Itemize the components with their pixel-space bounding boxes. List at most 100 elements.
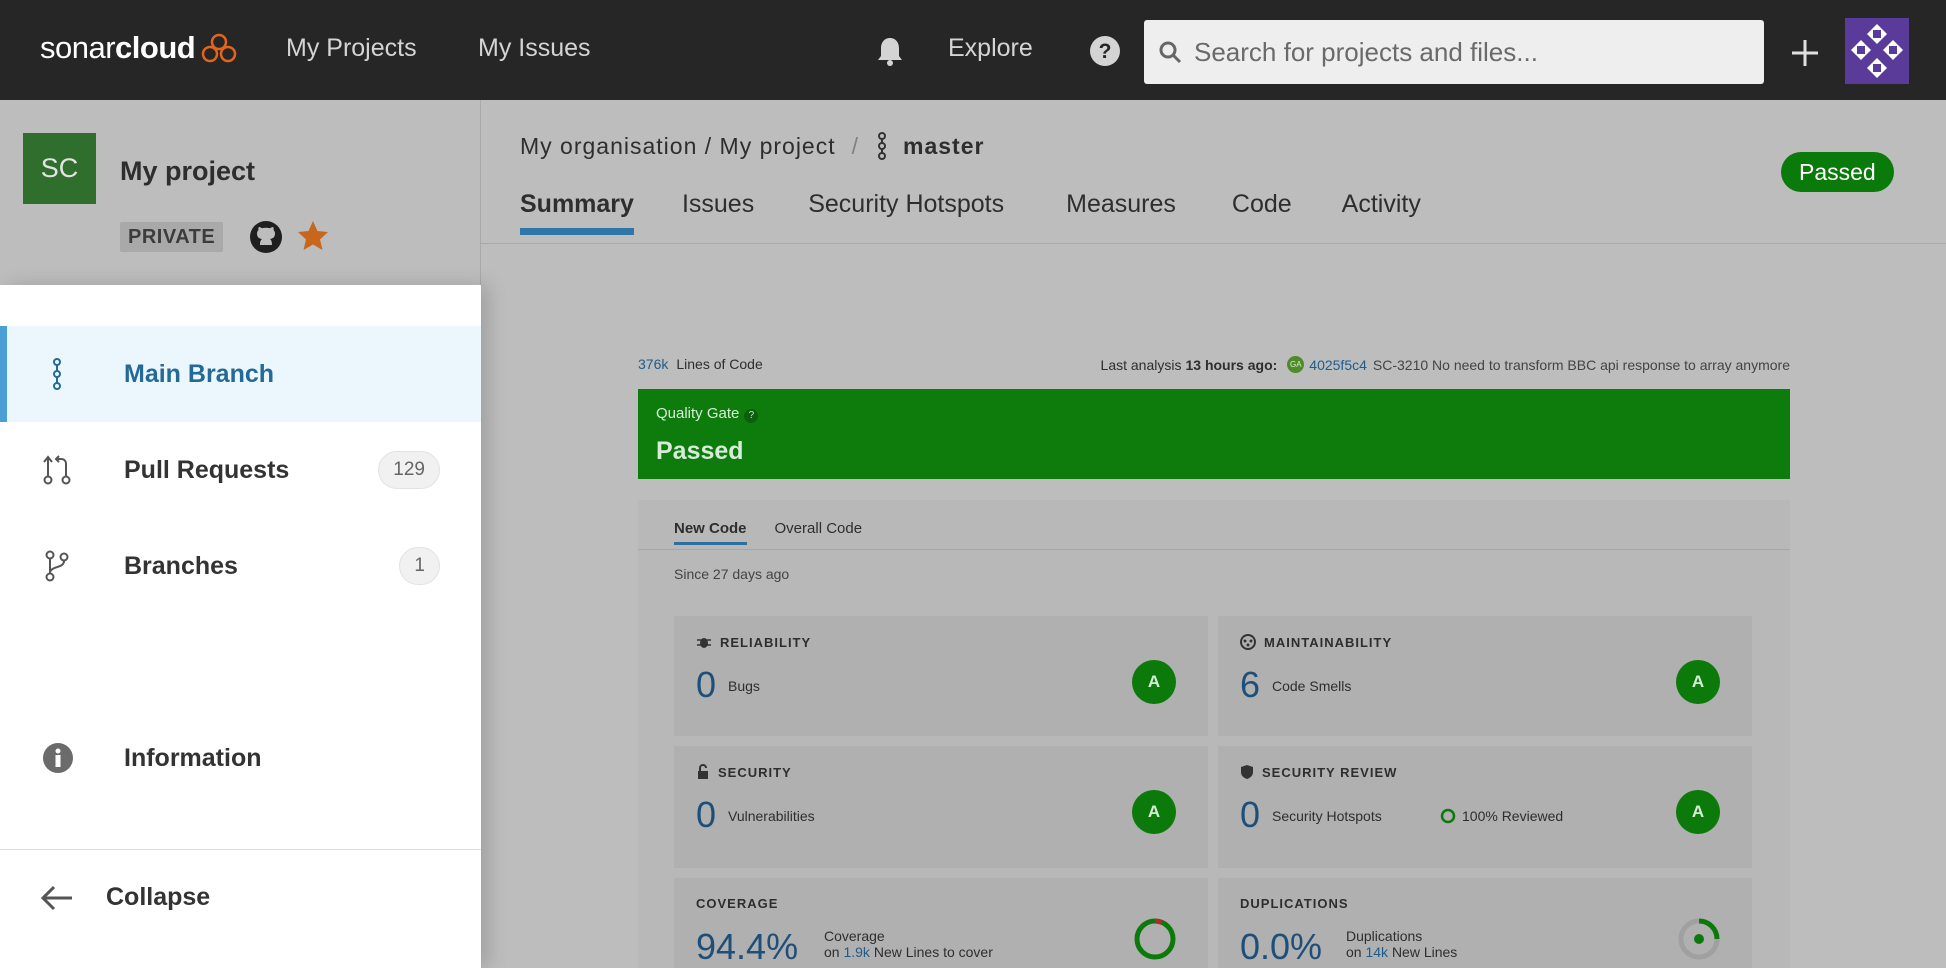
plus-icon[interactable] — [1790, 38, 1820, 68]
user-avatar[interactable] — [1845, 18, 1909, 84]
duplications-label: Duplications — [1346, 928, 1423, 944]
nav-my-projects[interactable]: My Projects — [286, 34, 417, 63]
bug-icon — [697, 638, 711, 648]
branches-count: 1 — [399, 547, 440, 585]
security-hotspots-label: Security Hotspots — [1272, 808, 1382, 824]
info-icon — [43, 743, 73, 773]
branch-icon — [878, 132, 887, 160]
panel-item-pull-requests[interactable]: Pull Requests 129 — [0, 422, 481, 518]
commit-hash-link[interactable]: 4025f5c4 — [1309, 357, 1367, 373]
tab-overall-code[interactable]: Overall Code — [775, 520, 863, 545]
bugs-value[interactable]: 0 — [696, 664, 716, 706]
private-badge: PRIVATE — [120, 222, 224, 252]
panel-item-main-branch[interactable]: Main Branch — [0, 326, 481, 422]
tab-issues[interactable]: Issues — [682, 190, 754, 235]
github-icon[interactable] — [249, 220, 283, 254]
coverage-title: COVERAGE — [696, 896, 779, 911]
maintainability-rating[interactable]: A — [1676, 660, 1720, 704]
pull-requests-count: 129 — [378, 451, 440, 489]
collapse-button[interactable]: Collapse — [40, 883, 210, 912]
panel-item-branches[interactable]: Branches 1 — [0, 518, 481, 614]
panel-item-label: Pull Requests — [124, 455, 290, 484]
tab-measures[interactable]: Measures — [1066, 190, 1176, 235]
breadcrumb: My organisation / My project / master — [520, 132, 984, 160]
cloud-logo-icon — [201, 33, 237, 63]
coverage-lines-link[interactable]: 1.9k — [843, 944, 869, 960]
security-review-card[interactable]: SECURITY REVIEW 0 Security Hotspots 100%… — [1218, 746, 1752, 868]
reliability-card[interactable]: RELIABILITY 0 Bugs A — [674, 616, 1208, 736]
branch-name[interactable]: master — [903, 133, 984, 160]
nav-my-issues[interactable]: My Issues — [478, 34, 591, 63]
branches-icon — [45, 550, 69, 582]
hotspots-reviewed: 100% Reviewed — [1462, 808, 1564, 824]
panel-item-label: Branches — [124, 551, 238, 580]
vulnerabilities-label: Vulnerabilities — [728, 808, 815, 824]
top-navigation: sonarcloud My Projects My Issues Explore… — [0, 0, 1946, 100]
logo-text-bold: cloud — [115, 30, 196, 65]
loc-value[interactable]: 376k — [638, 356, 668, 372]
breadcrumb-separator: / — [851, 132, 860, 159]
security-review-rating[interactable]: A — [1676, 790, 1720, 834]
commit-message: SC-3210 No need to transform BBC api res… — [1372, 356, 1790, 373]
security-card[interactable]: SECURITY 0 Vulnerabilities A — [674, 746, 1208, 868]
header-divider — [480, 100, 481, 285]
last-analysis-time: 13 hours ago: — [1185, 356, 1278, 373]
favorite-star-icon[interactable] — [296, 219, 330, 253]
duplications-value[interactable]: 0.0% — [1240, 926, 1322, 968]
search-box[interactable] — [1144, 20, 1764, 84]
security-rating[interactable]: A — [1132, 790, 1176, 834]
security-hotspots-value[interactable]: 0 — [1240, 794, 1260, 836]
arrow-left-icon — [40, 885, 72, 910]
nav-explore[interactable]: Explore — [948, 34, 1033, 63]
sonarcloud-logo[interactable]: sonarcloud — [40, 30, 237, 66]
panel-item-label: Information — [124, 743, 262, 772]
security-title: SECURITY — [718, 764, 792, 780]
vulnerabilities-value[interactable]: 0 — [696, 794, 716, 836]
loc-label: Lines of Code — [676, 356, 763, 372]
tab-activity[interactable]: Activity — [1342, 190, 1421, 235]
tab-new-code[interactable]: New Code — [674, 520, 747, 545]
branch-navigation-panel: Main Branch Pull Requests 129 Branches 1 — [0, 285, 481, 968]
coverage-donut-icon — [1134, 918, 1176, 960]
commit-author-badge: GA — [1287, 356, 1305, 373]
bugs-label: Bugs — [728, 678, 760, 694]
duplications-lines-link[interactable]: 14k — [1365, 944, 1388, 960]
tab-summary[interactable]: Summary — [520, 190, 634, 235]
project-avatar: SC — [23, 133, 96, 204]
reliability-rating[interactable]: A — [1132, 660, 1176, 704]
pull-request-icon — [43, 455, 71, 485]
shield-icon — [1241, 765, 1253, 779]
quality-gate-help-icon[interactable]: ? — [744, 408, 759, 423]
quality-gate-banner: Quality Gate? Passed — [638, 389, 1790, 479]
help-icon[interactable]: ? — [1090, 36, 1120, 66]
duplications-sub-suffix: New Lines — [1391, 944, 1458, 960]
lock-icon — [698, 764, 708, 779]
logo-text-light: sonar — [40, 30, 116, 65]
search-input[interactable] — [1194, 36, 1734, 68]
duplications-sub-prefix: on — [1346, 944, 1362, 960]
duplications-card[interactable]: DUPLICATIONS 0.0% Duplications on 14k Ne… — [1218, 878, 1752, 968]
new-code-since: Since 27 days ago — [674, 566, 790, 582]
tab-security-hotspots[interactable]: Security Hotspots — [808, 190, 1004, 235]
tab-code[interactable]: Code — [1232, 190, 1292, 235]
maintainability-card[interactable]: MAINTAINABILITY 6 Code Smells A — [1218, 616, 1752, 736]
collapse-label: Collapse — [106, 883, 211, 911]
coverage-label: Coverage — [824, 928, 885, 944]
coverage-card[interactable]: COVERAGE 94.4% Coverage on 1.9k New Line… — [674, 878, 1208, 968]
last-analysis-label: Last analysis — [1100, 356, 1182, 373]
quality-gate-status-badge: Passed — [1781, 152, 1894, 192]
bell-icon[interactable] — [876, 36, 904, 66]
breadcrumb-path[interactable]: My organisation / My project — [520, 133, 836, 160]
coverage-sub-prefix: on — [824, 944, 840, 960]
code-smells-label: Code Smells — [1272, 678, 1352, 694]
search-icon — [1159, 41, 1182, 64]
branch-icon — [53, 358, 61, 390]
coverage-value[interactable]: 94.4% — [696, 926, 798, 968]
project-name[interactable]: My project — [120, 156, 255, 187]
security-review-title: SECURITY REVIEW — [1262, 764, 1398, 780]
panel-item-information[interactable]: Information — [0, 710, 481, 806]
header-bottom-border — [481, 243, 1946, 244]
svg-text:?: ? — [1099, 40, 1112, 63]
identicon-icon — [1845, 18, 1909, 84]
code-smells-value[interactable]: 6 — [1240, 664, 1260, 706]
